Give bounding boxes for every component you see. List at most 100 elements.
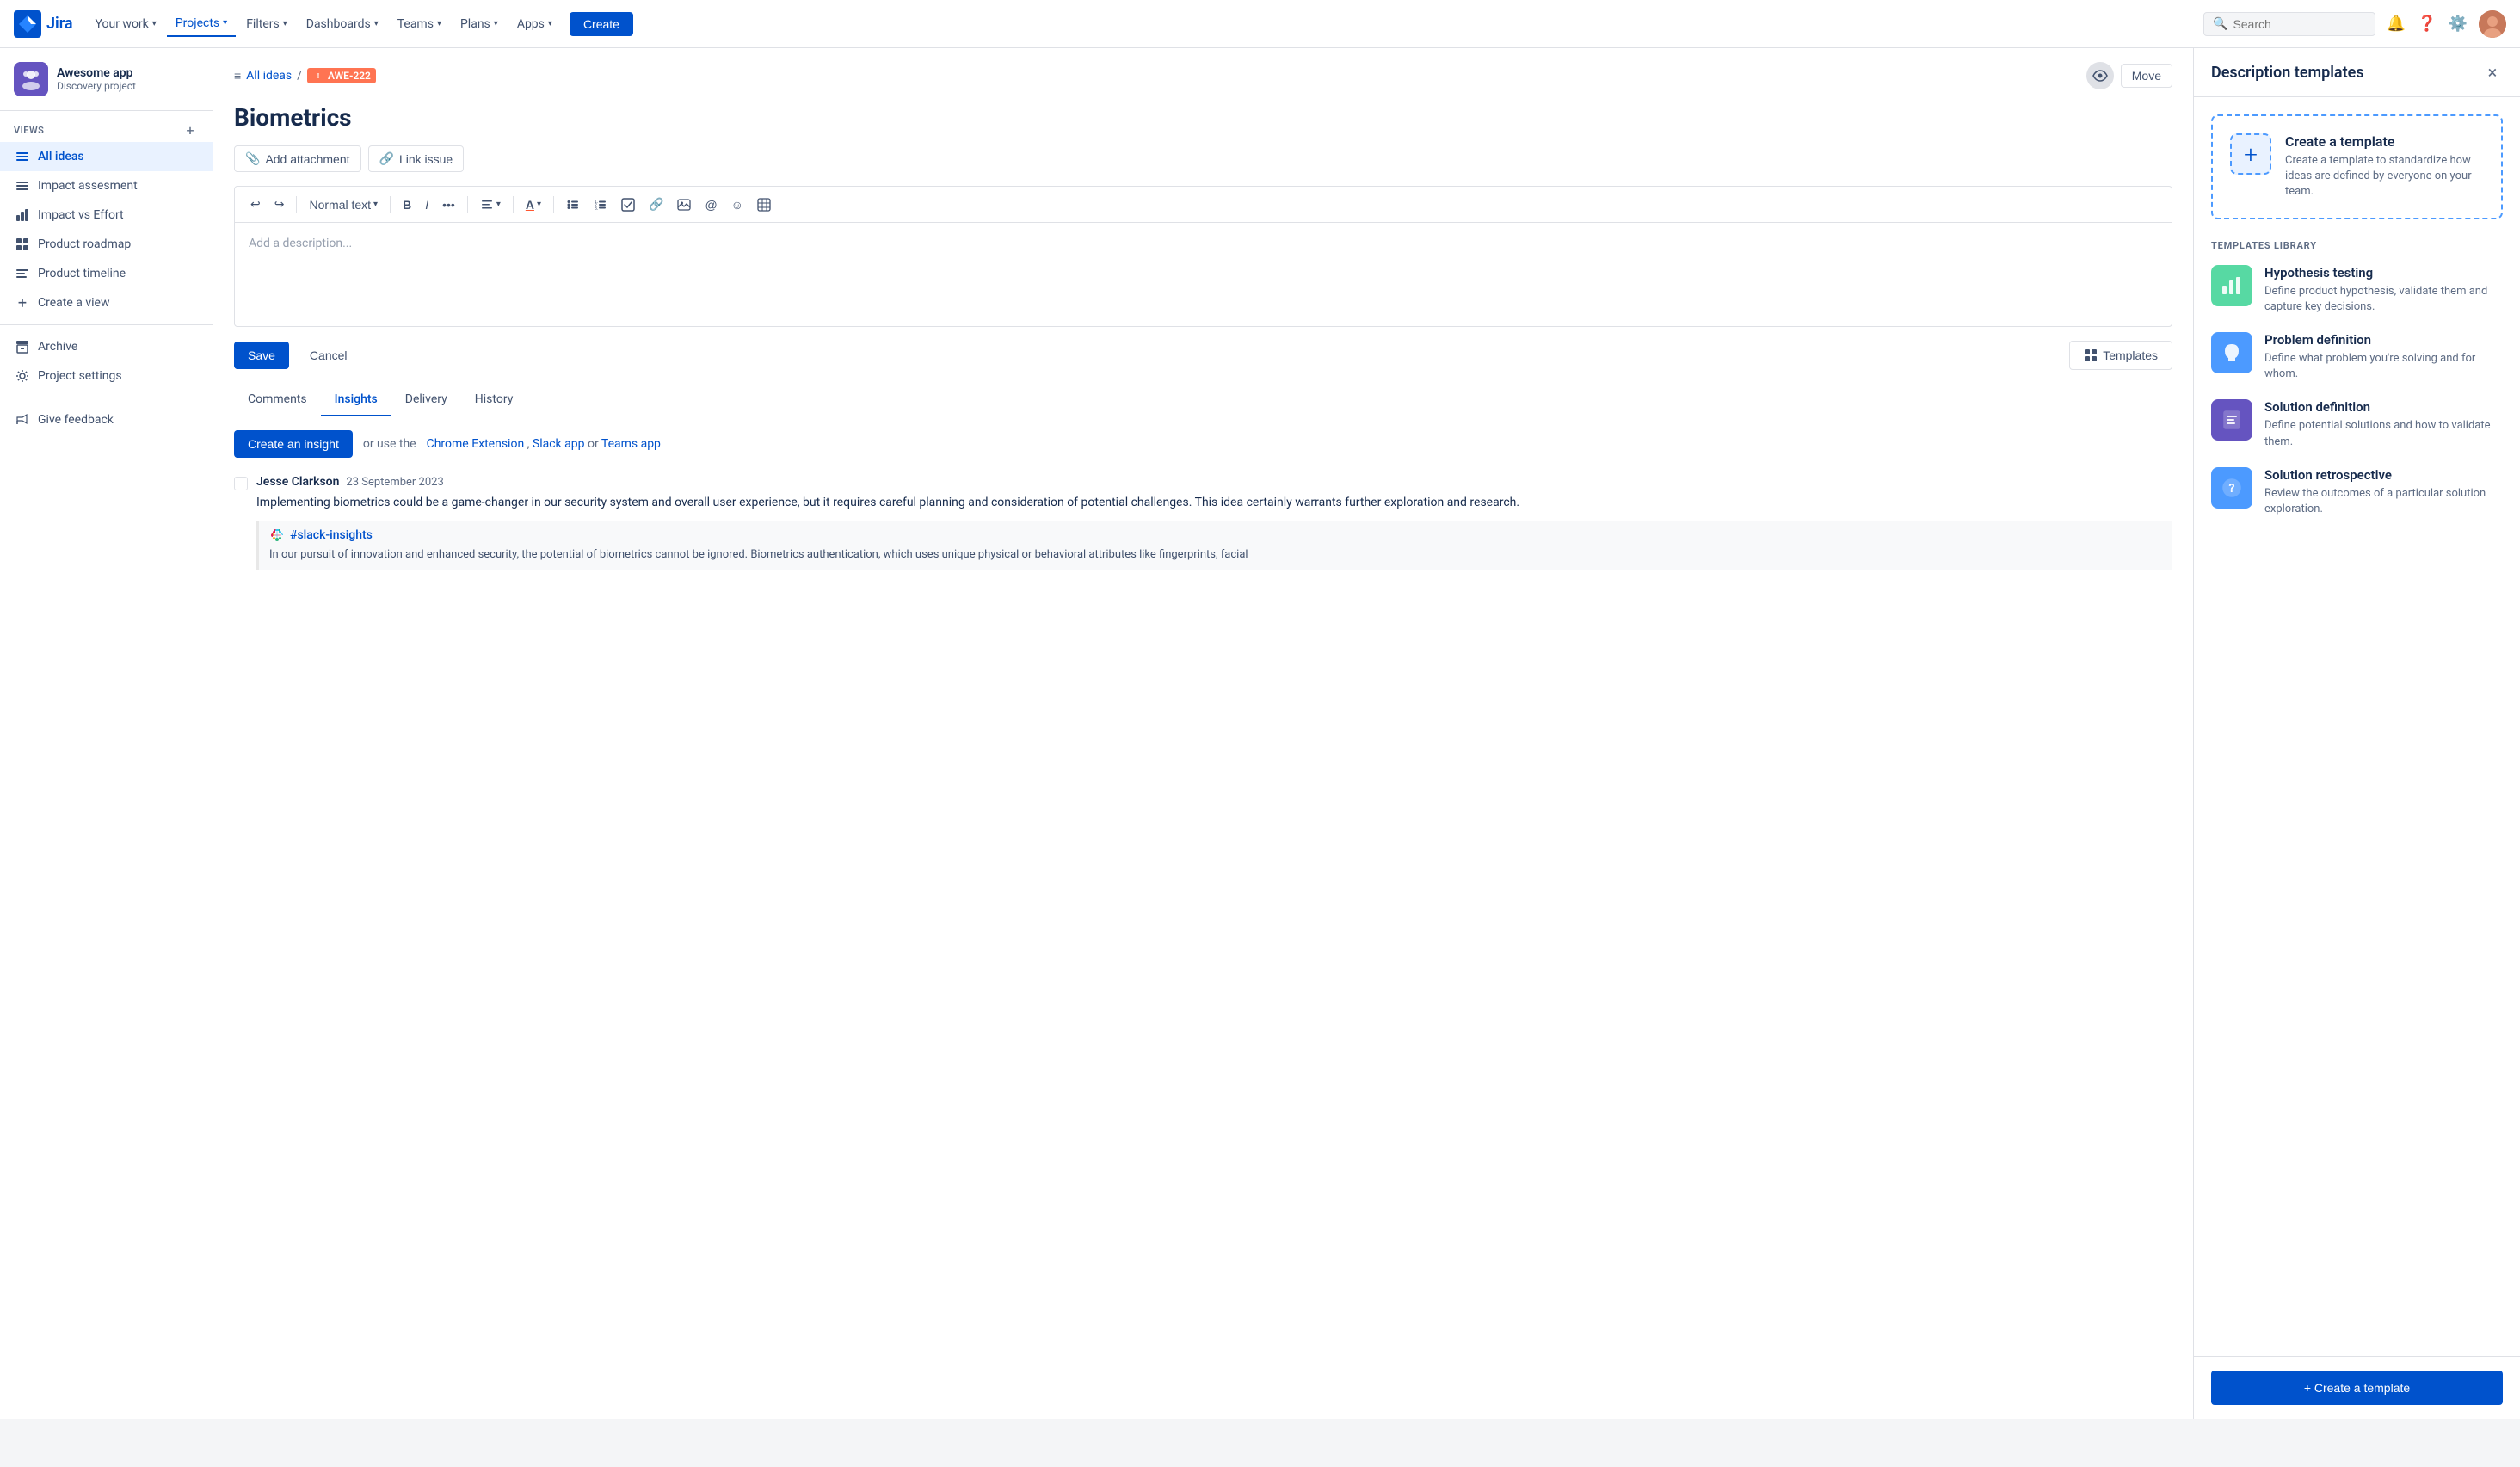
comment-checkbox[interactable] <box>234 477 248 490</box>
template-solution-retrospective[interactable]: ? Solution retrospective Review the outc… <box>2211 467 2503 517</box>
logo[interactable]: Jira <box>14 10 73 38</box>
sidebar-item-label: Impact vs Effort <box>38 208 124 222</box>
toolbar-separator <box>390 196 391 213</box>
comment-date: 23 September 2023 <box>346 476 443 489</box>
undo-button[interactable]: ↩ <box>245 194 266 215</box>
emoji-button[interactable]: ☺ <box>726 194 749 215</box>
template-solution-definition[interactable]: Solution definition Define potential sol… <box>2211 399 2503 449</box>
chevron-down-icon: ▾ <box>373 200 378 209</box>
tabs: Comments Insights Delivery History <box>213 384 2193 416</box>
link-button[interactable]: 🔗 <box>644 194 669 215</box>
sidebar-item-label: Product roadmap <box>38 237 131 251</box>
sidebar-item-project-settings[interactable]: Project settings <box>0 361 213 391</box>
tab-delivery[interactable]: Delivery <box>391 384 461 416</box>
sidebar-item-impact-vs-effort[interactable]: Impact vs Effort <box>0 200 213 230</box>
text-style-dropdown[interactable]: Normal text ▾ <box>304 194 383 215</box>
sidebar-item-create-view[interactable]: + Create a view <box>0 288 213 317</box>
solution-retrospective-icon: ? <box>2211 467 2252 509</box>
nav-your-work[interactable]: Your work ▾ <box>87 12 165 36</box>
nav-teams[interactable]: Teams ▾ <box>389 12 450 36</box>
insights-section: Create an insight or use the Chrome Exte… <box>213 416 2193 598</box>
tab-comments[interactable]: Comments <box>234 384 321 416</box>
sidebar-item-label: Project settings <box>38 369 122 383</box>
sidebar-item-product-timeline[interactable]: Product timeline <box>0 259 213 288</box>
more-options-button[interactable]: ••• <box>437 194 460 215</box>
chrome-extension-link[interactable]: Chrome Extension <box>427 437 525 451</box>
slack-channel-link[interactable]: #slack-insights <box>290 528 373 542</box>
settings-icon <box>14 367 31 385</box>
template-item-info: Hypothesis testing Define product hypoth… <box>2264 265 2503 315</box>
nav-projects[interactable]: Projects ▾ <box>167 11 236 37</box>
redo-button[interactable]: ↪ <box>269 194 290 215</box>
template-description: Define potential solutions and how to va… <box>2264 418 2503 449</box>
chevron-down-icon: ▾ <box>437 19 441 28</box>
chevron-down-icon: ▾ <box>223 18 227 28</box>
align-button[interactable]: ▾ <box>475 194 506 215</box>
description-body[interactable]: Add a description... <box>235 223 2172 326</box>
add-attachment-button[interactable]: 📎 Add attachment <box>234 145 361 172</box>
sidebar-item-product-roadmap[interactable]: Product roadmap <box>0 230 213 259</box>
slack-app-link[interactable]: Slack app <box>533 437 585 451</box>
views-label: VIEWS <box>14 125 44 136</box>
tab-insights[interactable]: Insights <box>321 384 391 416</box>
right-panel-body: + Create a template Create a template to… <box>2194 97 2520 1356</box>
close-button[interactable]: × <box>2482 62 2503 83</box>
logo-text: Jira <box>46 15 73 33</box>
table-button[interactable] <box>752 194 776 215</box>
notifications-icon[interactable]: 🔔 <box>2386 14 2406 34</box>
toolbar-separator <box>553 196 554 213</box>
templates-button[interactable]: Templates <box>2069 341 2172 370</box>
mention-button[interactable]: @ <box>699 194 722 215</box>
nav-plans[interactable]: Plans ▾ <box>452 12 507 36</box>
breadcrumb-all-ideas[interactable]: All ideas <box>246 69 292 83</box>
template-description: Define what problem you're solving and f… <box>2264 351 2503 382</box>
checkbox-button[interactable] <box>616 194 640 215</box>
eye-button[interactable] <box>2086 62 2114 89</box>
problem-definition-icon <box>2211 332 2252 373</box>
create-button[interactable]: Create <box>570 12 633 36</box>
project-type: Discovery project <box>57 80 199 92</box>
bullet-list-button[interactable] <box>561 194 585 215</box>
settings-icon[interactable]: ⚙️ <box>2448 14 2468 34</box>
bold-button[interactable]: B <box>397 194 416 215</box>
italic-button[interactable]: I <box>420 194 434 215</box>
list-icon <box>14 148 31 165</box>
sidebar-item-all-ideas[interactable]: All ideas <box>0 142 213 171</box>
create-insight-button[interactable]: Create an insight <box>234 430 353 458</box>
nav-filters[interactable]: Filters ▾ <box>237 12 296 36</box>
toolbar-separator <box>513 196 514 213</box>
template-title: Problem definition <box>2264 332 2503 348</box>
sidebar-item-give-feedback[interactable]: Give feedback <box>0 405 213 435</box>
search-input[interactable] <box>2233 17 2366 31</box>
list-icon: ≡ <box>234 69 241 83</box>
create-template-description: Create a template to standardize how ide… <box>2285 153 2484 200</box>
topnav-right: 🔍 🔔 ❓ ⚙️ <box>2203 10 2506 38</box>
chevron-down-icon: ▾ <box>537 200 541 209</box>
sidebar-item-archive[interactable]: Archive <box>0 332 213 361</box>
cancel-button[interactable]: Cancel <box>296 342 361 369</box>
create-template-card[interactable]: + Create a template Create a template to… <box>2211 114 2503 219</box>
teams-app-link[interactable]: Teams app <box>601 437 661 451</box>
font-color-button[interactable]: A ▾ <box>521 194 546 215</box>
help-icon[interactable]: ❓ <box>2417 14 2437 34</box>
tab-history[interactable]: History <box>461 384 527 416</box>
numbered-list-button[interactable]: 1. 2. 3. <box>588 194 613 215</box>
nav-dashboards[interactable]: Dashboards ▾ <box>298 12 387 36</box>
add-view-button[interactable]: + <box>182 121 199 139</box>
avatar[interactable] <box>2479 10 2506 38</box>
right-panel-title: Description templates <box>2211 64 2364 82</box>
template-description: Review the outcomes of a particular solu… <box>2264 486 2503 517</box>
image-button[interactable] <box>672 194 696 215</box>
create-template-footer-button[interactable]: + Create a template <box>2211 1371 2503 1405</box>
move-button[interactable]: Move <box>2121 64 2172 88</box>
template-hypothesis-testing[interactable]: Hypothesis testing Define product hypoth… <box>2211 265 2503 315</box>
nav-apps[interactable]: Apps ▾ <box>508 12 561 36</box>
chevron-down-icon: ▾ <box>494 19 498 28</box>
template-problem-definition[interactable]: Problem definition Define what problem y… <box>2211 332 2503 382</box>
comment-header: Jesse Clarkson 23 September 2023 <box>256 475 2172 489</box>
sidebar-item-impact-assesment[interactable]: Impact assesment <box>0 171 213 200</box>
save-button[interactable]: Save <box>234 342 289 369</box>
or-text: or use the <box>363 437 416 451</box>
link-issue-button[interactable]: 🔗 Link issue <box>368 145 465 172</box>
search-bar[interactable]: 🔍 <box>2203 12 2375 36</box>
